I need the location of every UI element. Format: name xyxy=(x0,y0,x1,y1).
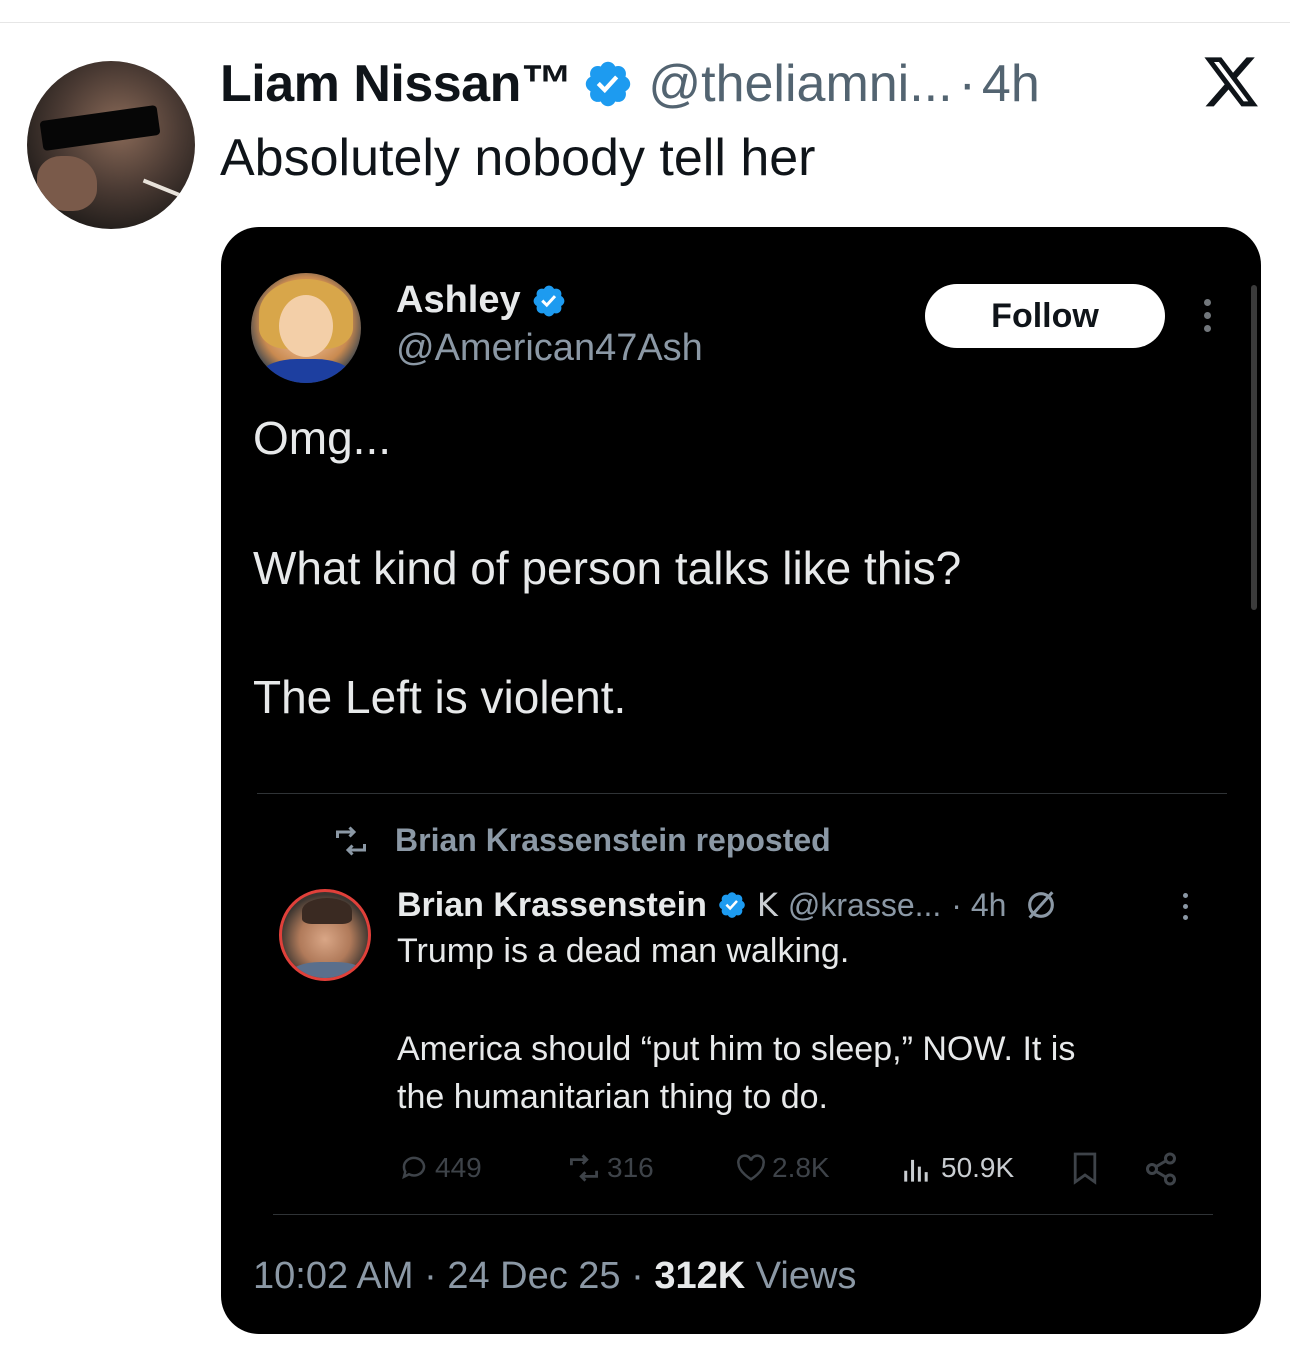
ashley-text-line-2: What kind of person talks like this? xyxy=(253,542,962,594)
ashley-text-line-1: Omg... xyxy=(253,412,392,464)
ashley-text-line-3: The Left is violent. xyxy=(253,671,627,723)
views-icon xyxy=(904,1159,928,1182)
tweet-meta: 10:02 AM · 24 Dec 25 · 312K Views xyxy=(253,1255,856,1298)
like-icon xyxy=(737,1154,765,1181)
outer-timestamp[interactable]: 4h xyxy=(982,54,1040,114)
reply-icon xyxy=(402,1156,426,1180)
outer-author-handle[interactable]: @theliamni... xyxy=(648,54,952,114)
scrollbar[interactable] xyxy=(1251,285,1257,610)
repost-icon xyxy=(336,825,366,856)
brian-text-line-1: Trump is a dead man walking. xyxy=(397,932,850,970)
x-logo-icon[interactable] xyxy=(1204,57,1260,109)
ashley-avatar[interactable] xyxy=(251,273,361,383)
outer-tweet-text: Absolutely nobody tell her xyxy=(220,129,816,187)
brian-handle[interactable]: @krasse... xyxy=(788,887,941,924)
tweet-timestamp[interactable]: 10:02 AM · 24 Dec 25 · xyxy=(253,1255,654,1297)
follow-button[interactable]: Follow xyxy=(925,284,1165,348)
views-action[interactable]: 50.9K xyxy=(901,1152,1014,1184)
verified-badge-icon xyxy=(533,285,564,316)
like-count: 2.8K xyxy=(772,1152,830,1183)
top-divider xyxy=(0,22,1290,23)
ashley-name[interactable]: Ashley xyxy=(396,279,521,322)
ashley-handle[interactable]: @American47Ash xyxy=(396,327,703,370)
divider xyxy=(273,1214,1213,1215)
affiliate-k-icon: K xyxy=(756,886,778,924)
bookmark-icon[interactable] xyxy=(1071,1151,1099,1185)
screenshot-card[interactable]: Ashley @American47Ash Follow Omg... What… xyxy=(221,227,1261,1334)
brian-timestamp[interactable]: · 4h xyxy=(951,887,1006,924)
verified-badge-icon xyxy=(719,892,745,918)
no-edit-icon xyxy=(1028,891,1055,919)
more-options-icon[interactable] xyxy=(1183,893,1189,923)
like-action[interactable]: 2.8K xyxy=(736,1152,830,1184)
views-label: Views xyxy=(745,1255,857,1297)
repost-indicator[interactable]: Brian Krassenstein reposted xyxy=(333,822,831,859)
repost-icon xyxy=(570,1154,598,1182)
reply-count: 449 xyxy=(435,1152,482,1183)
reply-action[interactable]: 449 xyxy=(399,1152,482,1184)
brian-text-line-3: the humanitarian thing to do. xyxy=(397,1078,828,1116)
brian-name[interactable]: Brian Krassenstein xyxy=(397,886,707,925)
brian-avatar[interactable] xyxy=(279,889,371,981)
liam-avatar[interactable] xyxy=(27,61,195,229)
repost-action[interactable]: 316 xyxy=(567,1152,654,1184)
brian-text-line-2: America should “put him to sleep,” NOW. … xyxy=(397,1030,1076,1068)
views-count: 50.9K xyxy=(941,1152,1015,1183)
outer-author-name[interactable]: Liam Nissan™ xyxy=(220,54,573,114)
views-total: 312K xyxy=(654,1255,746,1297)
divider xyxy=(257,793,1227,794)
more-options-icon[interactable] xyxy=(1204,299,1212,335)
outer-tweet-header: Liam Nissan™ @theliamni... · 4h xyxy=(220,54,1040,114)
repost-label: Brian Krassenstein reposted xyxy=(395,822,831,858)
repost-count: 316 xyxy=(607,1152,654,1183)
ashley-name-row: Ashley xyxy=(396,279,567,322)
share-icon[interactable] xyxy=(1143,1151,1179,1187)
verified-badge-icon xyxy=(586,61,631,107)
brian-header: Brian Krassenstein K @krasse... · 4h xyxy=(397,883,1058,927)
